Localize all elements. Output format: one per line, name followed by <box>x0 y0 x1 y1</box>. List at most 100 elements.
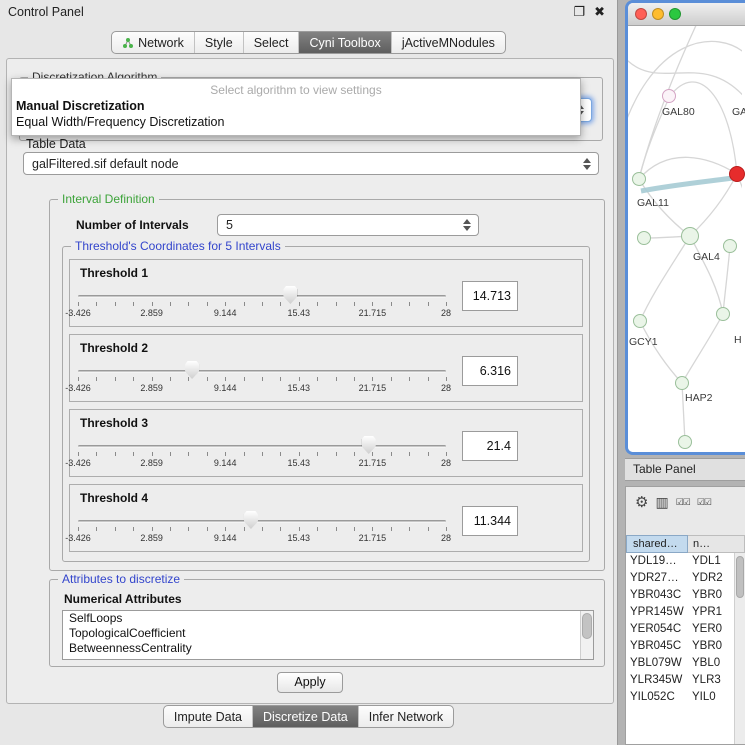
threshold-slider[interactable]: -3.4262.8599.14415.4321.71528 <box>78 358 446 398</box>
tab-infer-network[interactable]: Infer Network <box>359 706 453 727</box>
tick-mark <box>336 452 337 456</box>
threshold-value-field[interactable]: 11.344 <box>462 506 518 536</box>
select-all-icon[interactable]: ☑☑ <box>676 497 690 508</box>
tick-label: -3.426 <box>65 383 91 393</box>
attributes-scrollbar[interactable] <box>580 611 593 659</box>
tab-discretize-data[interactable]: Discretize Data <box>253 706 359 727</box>
table-body[interactable]: YDL19…YDL1YDR27…YDR2YBR043CYBR0YPR145WYP… <box>626 553 734 744</box>
table-row[interactable]: YDL19…YDL1 <box>626 553 734 570</box>
table-data-combo[interactable]: galFiltered.sif default node <box>23 152 599 175</box>
float-window-icon[interactable]: ❐ <box>573 4 585 20</box>
threshold-value-field[interactable]: 6.316 <box>462 356 518 386</box>
gear-icon[interactable]: ⚙ <box>635 493 648 511</box>
table-row[interactable]: YDR27…YDR2 <box>626 570 734 587</box>
threshold-panel: Threshold 3-3.4262.8599.14415.4321.71528… <box>69 409 583 477</box>
list-item[interactable]: BetweennessCentrality <box>63 641 593 656</box>
dropdown-item-equal-width-frequency[interactable]: Equal Width/Frequency Discretization <box>12 114 580 130</box>
cell-name: YIL0 <box>688 689 734 706</box>
network-node[interactable] <box>723 239 737 253</box>
network-node[interactable] <box>675 376 689 390</box>
tick-mark <box>115 302 116 306</box>
tick-label: 2.859 <box>140 308 163 318</box>
screen: Control Panel ❐ ✖ Network Style Select <box>0 0 745 745</box>
table-row[interactable]: YPR145WYPR1 <box>626 604 734 621</box>
minimize-traffic-icon[interactable] <box>652 8 664 20</box>
numerical-attributes-label: Numerical Attributes <box>64 592 182 606</box>
dropdown-item-manual-discretization[interactable]: Manual Discretization <box>12 98 580 114</box>
network-node[interactable] <box>681 227 699 245</box>
threshold-slider[interactable]: -3.4262.8599.14415.4321.71528 <box>78 283 446 323</box>
tick-mark <box>446 302 447 306</box>
table-scrollbar[interactable] <box>734 553 745 744</box>
apply-button[interactable]: Apply <box>277 672 343 693</box>
tick-mark <box>372 377 373 381</box>
thresholds-group: Threshold's Coordinates for 5 Intervals … <box>62 246 590 562</box>
attributes-list[interactable]: SelfLoopsTopologicalCoefficientBetweenne… <box>62 610 594 660</box>
tick-mark <box>96 452 97 456</box>
network-canvas[interactable]: GAL80GAGAL11GAL4GCY1HHAP2 <box>628 26 745 452</box>
tick-mark <box>262 377 263 381</box>
tab-select[interactable]: Select <box>244 32 300 53</box>
tab-style[interactable]: Style <box>195 32 244 53</box>
scrollbar-thumb[interactable] <box>582 613 592 639</box>
tick-mark <box>133 377 134 381</box>
slider-handle-icon[interactable] <box>244 511 258 529</box>
table-row[interactable]: YBR045CYBR0 <box>626 638 734 655</box>
slider-handle-icon[interactable] <box>362 436 376 454</box>
network-node[interactable] <box>632 172 646 186</box>
network-node[interactable] <box>633 314 647 328</box>
table-row[interactable]: YBR043CYBR0 <box>626 587 734 604</box>
attributes-group: Attributes to discretize Numerical Attri… <box>49 579 605 667</box>
zoom-traffic-icon[interactable] <box>669 8 681 20</box>
slider-handle-icon[interactable] <box>283 286 297 304</box>
table-row[interactable]: YIL052CYIL0 <box>626 689 734 706</box>
close-traffic-icon[interactable] <box>635 8 647 20</box>
select-rows-icon[interactable]: ☑☑ <box>697 497 711 508</box>
threshold-value-field[interactable]: 14.713 <box>462 281 518 311</box>
cell-name: YBL0 <box>688 655 734 672</box>
network-node[interactable] <box>678 435 692 449</box>
column-header-shared-name[interactable]: shared… <box>626 535 688 553</box>
tick-mark <box>409 377 410 381</box>
network-view-window: GAL80GAGAL11GAL4GCY1HHAP2 <box>625 0 745 455</box>
combo-stepper-icon <box>582 158 598 170</box>
network-window-titlebar[interactable] <box>628 3 745 26</box>
network-node[interactable] <box>729 166 745 182</box>
close-window-icon[interactable]: ✖ <box>594 4 605 20</box>
tick-mark <box>446 377 447 381</box>
column-header-name[interactable]: n… <box>688 535 745 553</box>
network-node[interactable] <box>637 231 651 245</box>
cell-name: YER0 <box>688 621 734 638</box>
columns-icon[interactable]: ▥ <box>655 494 668 511</box>
tab-cyni-toolbox[interactable]: Cyni Toolbox <box>299 32 391 53</box>
table-row[interactable]: YBL079WYBL0 <box>626 655 734 672</box>
tab-label: Discretize Data <box>263 710 348 724</box>
list-item[interactable]: SelfLoops <box>63 611 593 626</box>
tab-network[interactable]: Network <box>112 32 195 53</box>
network-node[interactable] <box>662 89 676 103</box>
tick-label: 21.715 <box>359 533 387 543</box>
slider-handle-icon[interactable] <box>185 361 199 379</box>
scrollbar-thumb[interactable] <box>736 556 744 598</box>
tick-mark <box>152 527 153 531</box>
network-node[interactable] <box>716 307 730 321</box>
tick-mark <box>428 302 429 306</box>
list-item[interactable]: TopologicalCoefficient <box>63 626 593 641</box>
threshold-slider[interactable]: -3.4262.8599.14415.4321.71528 <box>78 508 446 548</box>
tab-impute-data[interactable]: Impute Data <box>164 706 253 727</box>
tab-jactivemnodules[interactable]: jActiveMNodules <box>392 32 505 53</box>
number-of-intervals-combo[interactable]: 5 <box>217 214 479 236</box>
window-titlebar[interactable]: Control Panel ❐ ✖ <box>0 0 617 24</box>
tick-label: 9.144 <box>214 383 237 393</box>
threshold-label: Threshold 4 <box>80 491 574 505</box>
table-panel-titlebar[interactable]: Table Panel <box>625 458 745 481</box>
slider-track <box>78 445 446 448</box>
tick-mark <box>78 302 79 306</box>
cell-shared-name: YPR145W <box>626 604 688 621</box>
combo-stepper-icon <box>462 219 478 231</box>
table-row[interactable]: YLR345WYLR3 <box>626 672 734 689</box>
threshold-slider[interactable]: -3.4262.8599.14415.4321.71528 <box>78 433 446 473</box>
threshold-value-field[interactable]: 21.4 <box>462 431 518 461</box>
table-row[interactable]: YER054CYER0 <box>626 621 734 638</box>
tick-mark <box>317 302 318 306</box>
